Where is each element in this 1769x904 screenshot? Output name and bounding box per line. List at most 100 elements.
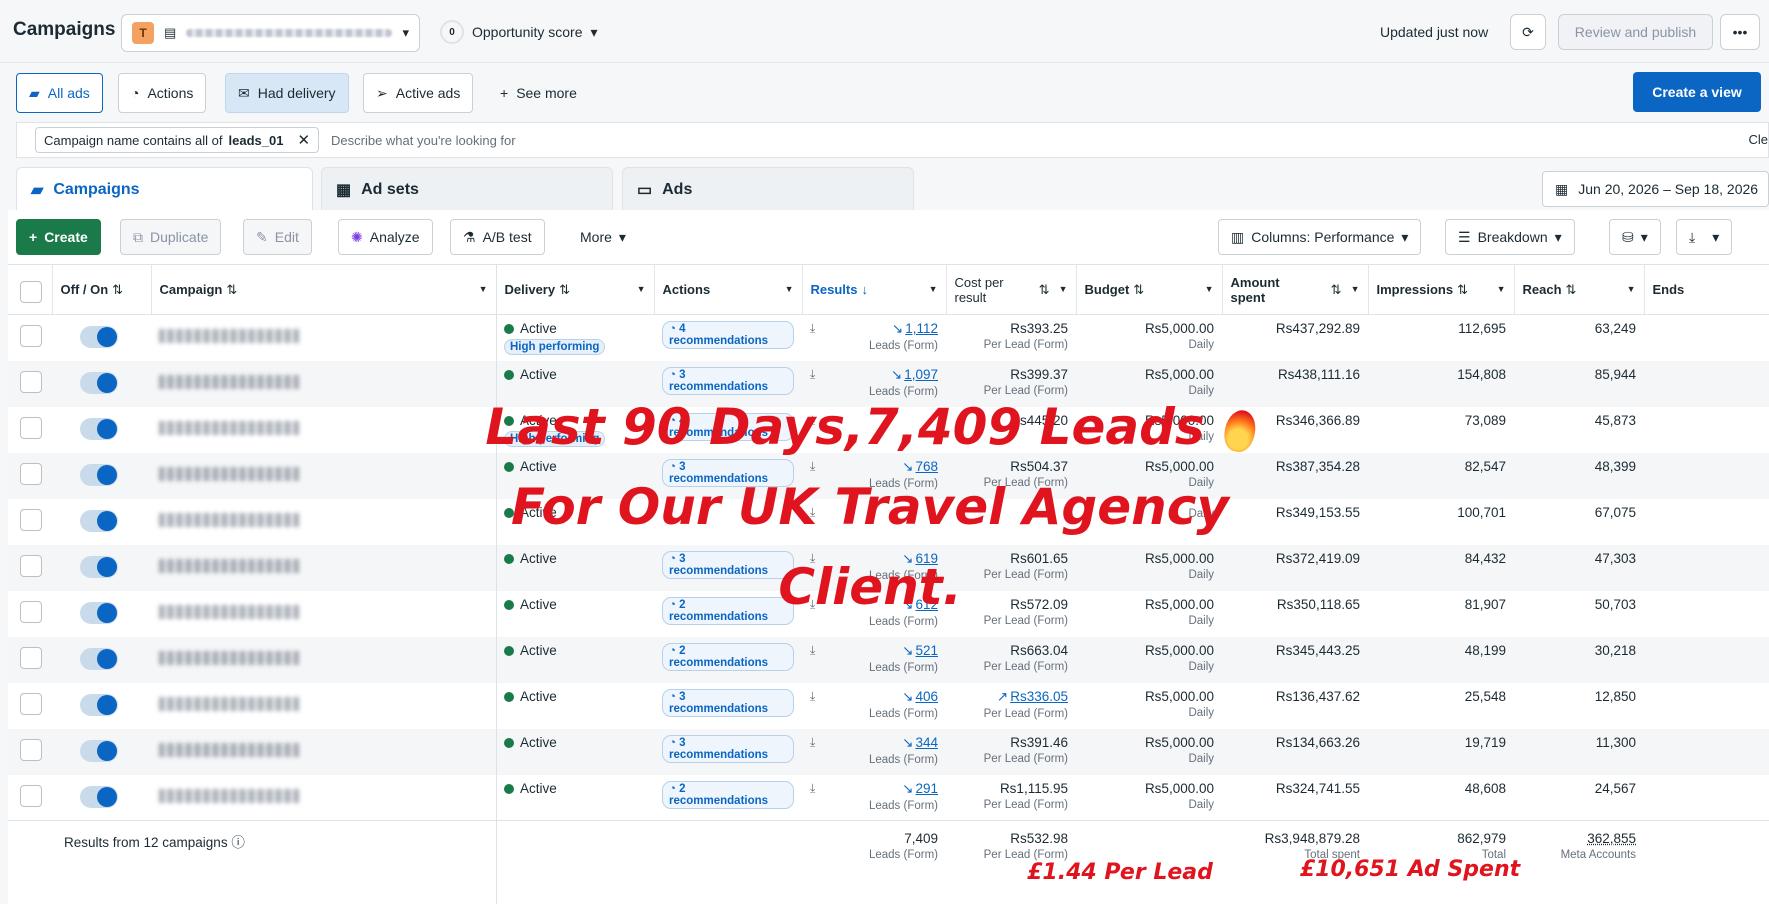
toggle-cell[interactable]: [52, 544, 151, 591]
download-icon[interactable]: ⤓: [810, 367, 815, 382]
row-checkbox[interactable]: [20, 646, 42, 669]
table-row[interactable]: Active High performing ◔ 4 recommendation…: [8, 407, 1769, 453]
toggle-cell[interactable]: [52, 452, 151, 499]
row-select-cell[interactable]: [8, 452, 52, 499]
table-row[interactable]: Active ⤓ Daily Rs349,153.55 100,701 67,0…: [8, 499, 1769, 545]
ab-test-button[interactable]: ⚗ A/B test: [450, 219, 545, 255]
download-icon[interactable]: ⤓: [810, 643, 815, 658]
header-reach[interactable]: Reach ⇅ ▼: [1514, 264, 1645, 315]
campaign-toggle[interactable]: [80, 555, 118, 578]
header-actions[interactable]: Actions ▼: [654, 264, 803, 315]
more-button[interactable]: More ▾: [568, 219, 638, 255]
header-campaign[interactable]: Campaign ⇅ ▼: [151, 264, 497, 315]
campaign-name-redacted[interactable]: [159, 420, 299, 435]
results-value[interactable]: 768: [915, 459, 938, 474]
select-all-checkbox[interactable]: [20, 280, 42, 303]
download-icon[interactable]: ⤓: [810, 505, 815, 520]
view-actions[interactable]: ◔ Actions: [118, 73, 207, 113]
campaign-cell[interactable]: [151, 636, 496, 683]
ad-account-selector[interactable]: T ▤ ▾: [121, 14, 420, 52]
row-select-cell[interactable]: [8, 728, 52, 775]
results-value[interactable]: 521: [915, 643, 938, 658]
campaign-cell[interactable]: [151, 728, 496, 775]
toggle-cell[interactable]: [52, 360, 151, 407]
row-checkbox[interactable]: [20, 416, 42, 439]
refresh-button[interactable]: ⟳: [1510, 14, 1546, 50]
row-select-cell[interactable]: [8, 544, 52, 591]
duplicate-button[interactable]: ⧉ Duplicate: [120, 219, 222, 255]
tab-ads[interactable]: ▭ Ads: [622, 167, 914, 211]
campaign-name-redacted[interactable]: [159, 604, 299, 619]
budget-cell[interactable]: Rs5,000.00 Daily: [1076, 315, 1222, 361]
search-input[interactable]: Describe what you're looking for: [331, 133, 516, 148]
table-row[interactable]: Active ◔ 2 recommendations ⤓ ↘ 612 Leads (F…: [8, 591, 1769, 637]
recommendations-badge[interactable]: ◔ 2 recommendations: [662, 642, 794, 671]
toggle-cell[interactable]: [52, 407, 151, 453]
campaign-cell[interactable]: [151, 407, 496, 453]
header-off-on[interactable]: Off / On ⇅: [52, 264, 152, 315]
campaign-toggle[interactable]: [80, 417, 118, 440]
campaign-name-redacted[interactable]: [159, 558, 299, 573]
recommendations-badge[interactable]: ◔ 2 recommendations: [662, 596, 794, 625]
header-delivery[interactable]: Delivery ⇅ ▼: [496, 264, 655, 315]
tab-campaigns[interactable]: ▰ Campaigns: [16, 167, 313, 211]
campaign-name-redacted[interactable]: [159, 512, 299, 527]
table-row[interactable]: Active ◔ 2 recommendations ⤓ ↘ 291 Leads (F…: [8, 775, 1769, 821]
campaign-toggle[interactable]: [80, 463, 118, 486]
toggle-cell[interactable]: [52, 591, 151, 637]
toggle-cell[interactable]: [52, 728, 151, 775]
campaign-cell[interactable]: [151, 683, 496, 729]
row-checkbox[interactable]: [20, 325, 42, 347]
review-publish-button[interactable]: Review and publish: [1558, 14, 1713, 50]
row-checkbox[interactable]: [20, 692, 42, 715]
table-row[interactable]: Active ◔ 3 recommendations ⤓ ↘ 406 Leads (F…: [8, 683, 1769, 729]
recommendations-badge[interactable]: ◔ 3 recommendations: [662, 366, 794, 395]
row-select-cell[interactable]: [8, 775, 52, 821]
columns-button[interactable]: ▥ Columns: Performance ▾: [1218, 219, 1422, 255]
date-range-picker[interactable]: ▦ Jun 20, 2026 – Sep 18, 2026: [1542, 171, 1769, 207]
create-view-button[interactable]: Create a view: [1633, 72, 1761, 112]
budget-cell[interactable]: Rs5,000.00 Daily: [1076, 728, 1222, 775]
budget-cell[interactable]: Rs5,000.00 Daily: [1076, 407, 1222, 453]
campaign-name-redacted[interactable]: [159, 788, 299, 803]
download-icon[interactable]: ⤓: [810, 689, 815, 704]
recommendations-badge[interactable]: ◔ 2 recommendations: [662, 780, 794, 809]
analyze-button[interactable]: ✺ Analyze: [338, 219, 433, 255]
download-icon[interactable]: ⤓: [810, 459, 815, 474]
row-checkbox[interactable]: [20, 738, 42, 761]
campaign-name-redacted[interactable]: [159, 650, 299, 665]
row-select-cell[interactable]: [8, 636, 52, 683]
row-select-cell[interactable]: [8, 591, 52, 637]
cost-value[interactable]: Rs336.05: [1010, 689, 1068, 704]
results-value[interactable]: 344: [915, 735, 938, 750]
campaign-name-redacted[interactable]: [159, 329, 299, 343]
budget-cell[interactable]: Rs5,000.00 Daily: [1076, 636, 1222, 683]
campaign-name-redacted[interactable]: [159, 696, 299, 711]
row-checkbox[interactable]: [20, 462, 42, 485]
budget-cell[interactable]: Rs5,000.00 Daily: [1076, 591, 1222, 637]
tab-ad-sets[interactable]: ▦ Ad sets: [321, 167, 613, 211]
download-icon[interactable]: ⤓: [810, 551, 815, 566]
results-value[interactable]: 1,097: [904, 367, 938, 382]
campaign-toggle[interactable]: [80, 739, 118, 762]
campaign-cell[interactable]: [151, 360, 496, 407]
more-options-button[interactable]: •••: [1720, 14, 1760, 50]
budget-cell[interactable]: Daily: [1076, 499, 1222, 545]
table-row[interactable]: Active ◔ 3 recommendations ⤓ ↘ 768 Leads (F…: [8, 452, 1769, 499]
campaign-name-redacted[interactable]: [159, 466, 299, 481]
campaign-name-redacted[interactable]: [159, 742, 299, 757]
view-had-delivery[interactable]: ✉ Had delivery: [225, 73, 349, 113]
results-value[interactable]: 612: [915, 597, 938, 612]
clear-filters-link[interactable]: Cle: [1748, 132, 1768, 147]
campaign-toggle[interactable]: [80, 785, 118, 808]
close-icon[interactable]: ✕: [297, 131, 310, 149]
table-row[interactable]: Active High performing ◔ 4 recommendation…: [8, 315, 1769, 361]
select-all-header[interactable]: [8, 264, 53, 315]
header-results[interactable]: Results ↓ ▼: [802, 264, 947, 315]
campaign-toggle[interactable]: [80, 693, 118, 716]
toggle-cell[interactable]: [52, 636, 151, 683]
breakdown-button[interactable]: ☰ Breakdown ▾: [1445, 219, 1575, 255]
budget-cell[interactable]: Rs5,000.00 Daily: [1076, 452, 1222, 499]
table-row[interactable]: Active ◔ 2 recommendations ⤓ ↘ 521 Leads (F…: [8, 636, 1769, 683]
table-row[interactable]: Active ◔ 3 recommendations ⤓ ↘ 344 Leads (F…: [8, 728, 1769, 775]
